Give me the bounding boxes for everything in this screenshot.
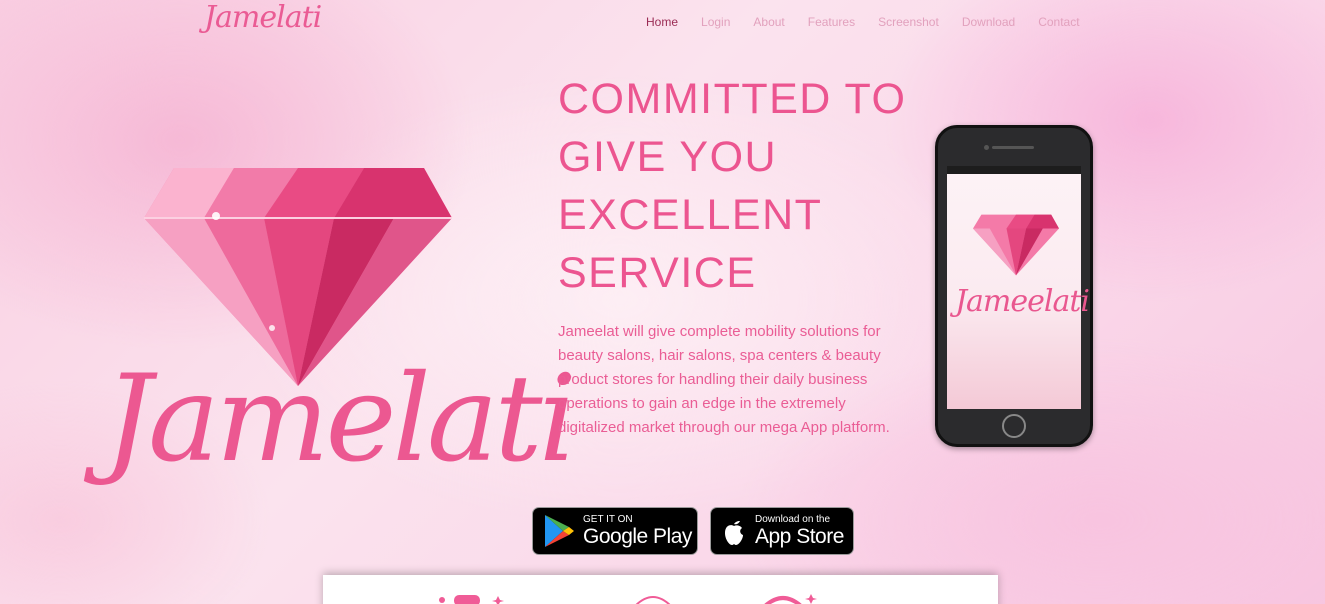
main-nav: Home Login About Features Screenshot Dow… — [646, 14, 1103, 30]
hero-logo-word: Jamelati — [104, 350, 577, 489]
apple-icon — [725, 521, 743, 545]
hair-dryer-icon — [764, 594, 817, 604]
nav-home[interactable]: Home — [646, 14, 678, 30]
app-store-label: App Store — [755, 525, 844, 548]
phone-screen: Jameelati — [947, 166, 1090, 409]
phone-mockup: Jameelati — [935, 125, 1093, 447]
hero-description: Jameelat will give complete mobility sol… — [558, 323, 890, 436]
google-play-icon — [545, 515, 574, 547]
nav-contact[interactable]: Contact — [1038, 14, 1079, 30]
phone-statusbar — [947, 166, 1081, 174]
nav-about[interactable]: About — [753, 14, 784, 30]
nav-features[interactable]: Features — [808, 14, 855, 30]
google-play-small-label: GET IT ON — [583, 514, 633, 525]
hero-headline: COMMITTED TO GIVE YOU EXCELLENT SERVICE — [558, 75, 907, 297]
phone-home-button — [1002, 414, 1026, 438]
diamond-icon — [973, 214, 1059, 276]
phone-screen-logo: Jameelati — [955, 284, 1090, 319]
app-store-button[interactable]: Download on the App Store — [710, 507, 854, 555]
mirror-icon — [635, 596, 671, 604]
brand-logo[interactable]: Jamelati — [204, 0, 322, 35]
phone-speaker — [992, 146, 1034, 149]
nav-screenshot[interactable]: Screenshot — [878, 14, 939, 30]
nav-download[interactable]: Download — [962, 14, 1015, 30]
features-panel — [323, 575, 998, 604]
salon-chair-icon — [439, 595, 504, 604]
google-play-label: Google Play — [583, 525, 692, 548]
nav-login[interactable]: Login — [701, 14, 730, 30]
google-play-button[interactable]: GET IT ON Google Play — [532, 507, 698, 555]
app-store-small-label: Download on the — [755, 514, 831, 525]
phone-camera — [984, 145, 989, 150]
